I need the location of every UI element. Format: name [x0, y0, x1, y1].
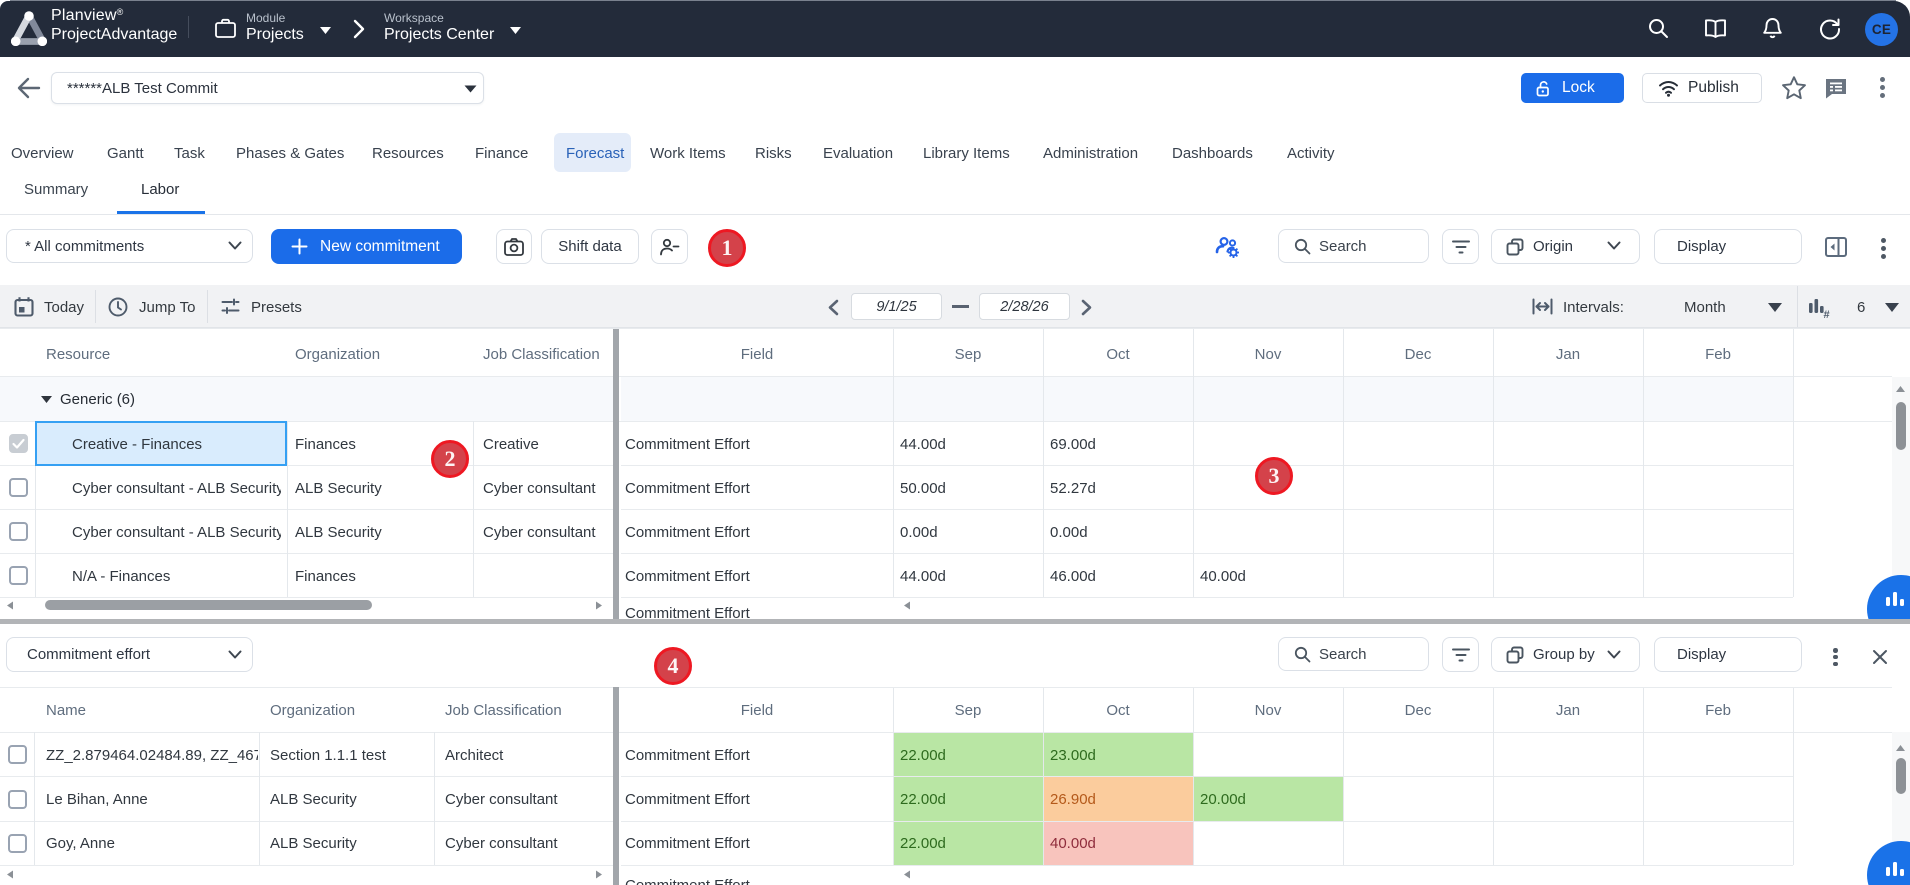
svg-text:#: # [1824, 309, 1830, 319]
